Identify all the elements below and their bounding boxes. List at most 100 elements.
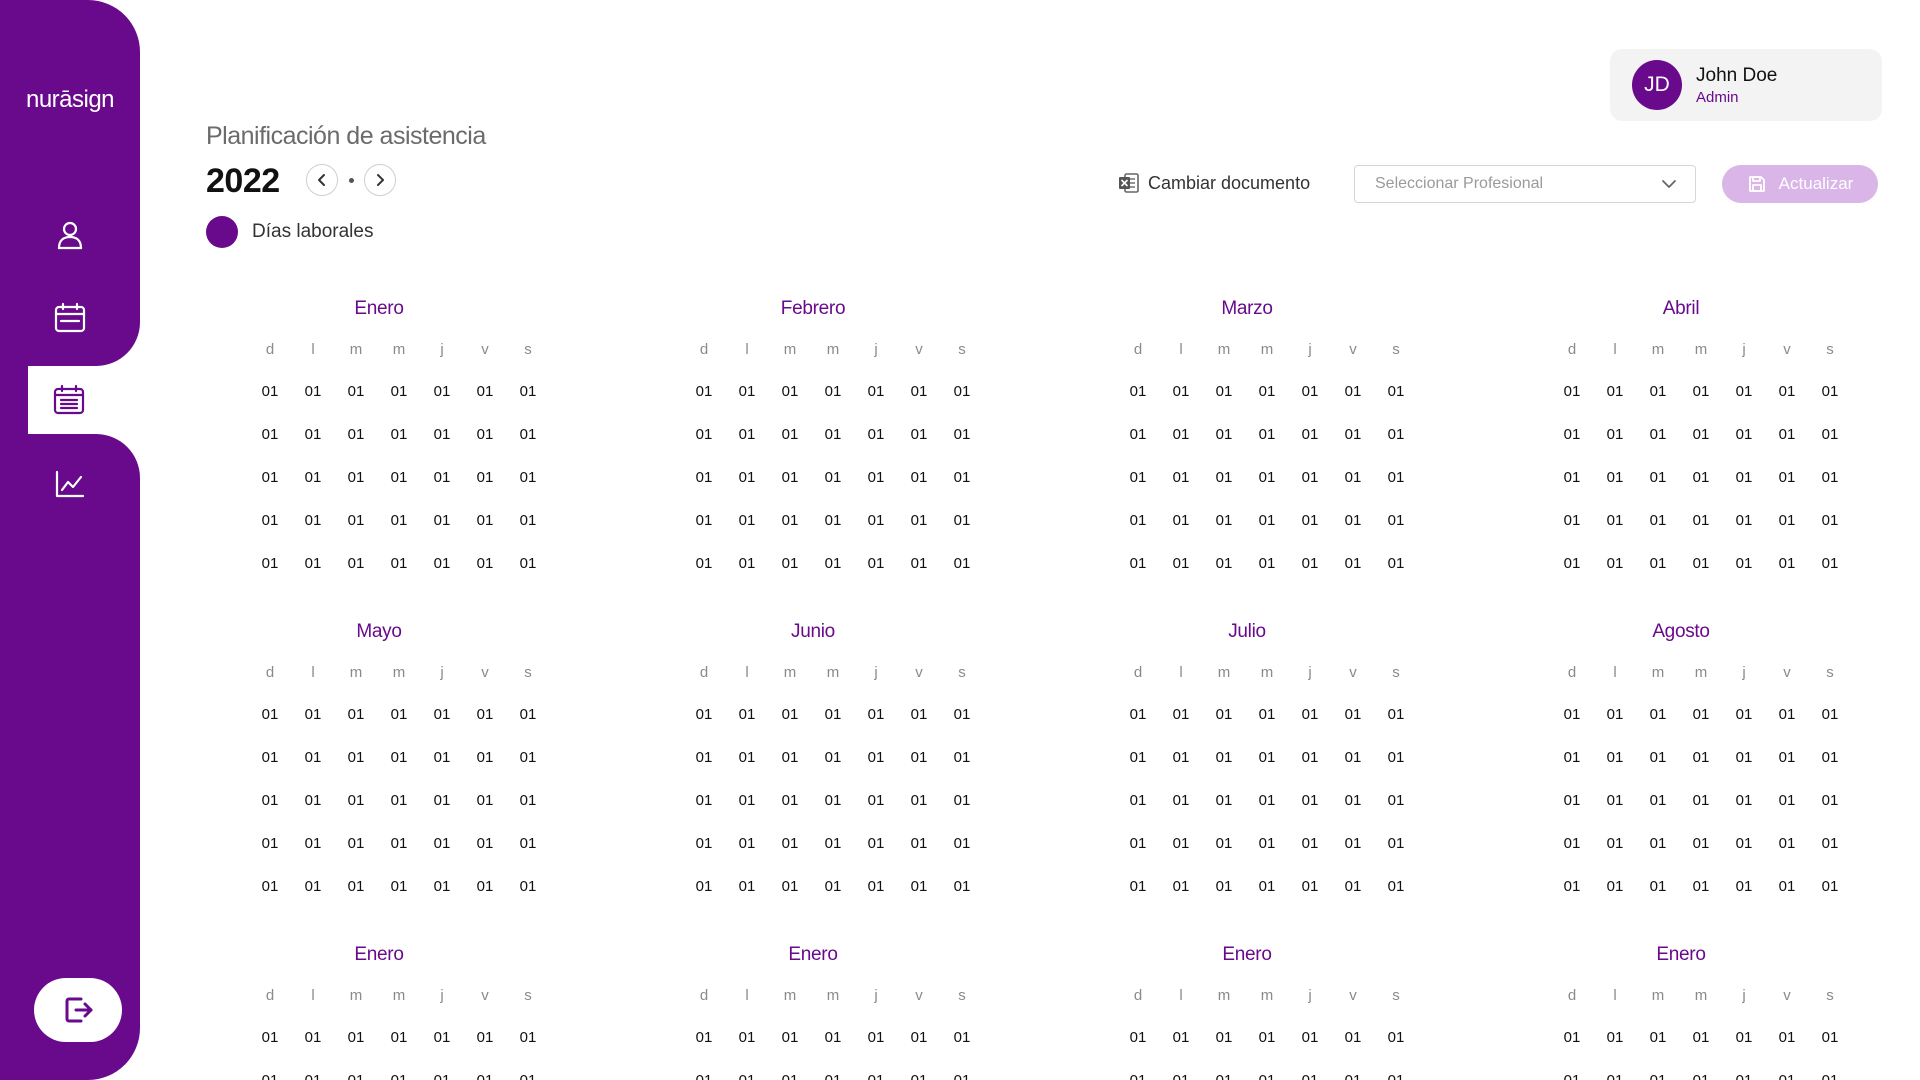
- day-cell[interactable]: 01: [1595, 878, 1635, 895]
- day-cell[interactable]: 01: [1595, 749, 1635, 766]
- day-cell[interactable]: 01: [1810, 792, 1850, 809]
- day-cell[interactable]: 01: [422, 1029, 462, 1046]
- day-cell[interactable]: 01: [1724, 469, 1764, 486]
- day-cell[interactable]: 01: [1204, 469, 1244, 486]
- day-cell[interactable]: 01: [1290, 1029, 1330, 1046]
- day-cell[interactable]: 01: [684, 469, 724, 486]
- day-cell[interactable]: 01: [1638, 749, 1678, 766]
- day-cell[interactable]: 01: [336, 835, 376, 852]
- day-cell[interactable]: 01: [899, 792, 939, 809]
- day-cell[interactable]: 01: [1724, 512, 1764, 529]
- day-cell[interactable]: 01: [465, 426, 505, 443]
- day-cell[interactable]: 01: [1681, 1029, 1721, 1046]
- day-cell[interactable]: 01: [250, 792, 290, 809]
- day-cell[interactable]: 01: [856, 835, 896, 852]
- day-cell[interactable]: 01: [813, 469, 853, 486]
- day-cell[interactable]: 01: [942, 1072, 982, 1080]
- day-cell[interactable]: 01: [727, 749, 767, 766]
- day-cell[interactable]: 01: [1681, 878, 1721, 895]
- day-cell[interactable]: 01: [1638, 426, 1678, 443]
- day-cell[interactable]: 01: [422, 469, 462, 486]
- day-cell[interactable]: 01: [1638, 555, 1678, 572]
- day-cell[interactable]: 01: [379, 878, 419, 895]
- day-cell[interactable]: 01: [250, 1072, 290, 1080]
- day-cell[interactable]: 01: [813, 835, 853, 852]
- day-cell[interactable]: 01: [856, 426, 896, 443]
- day-cell[interactable]: 01: [1595, 426, 1635, 443]
- day-cell[interactable]: 01: [422, 706, 462, 723]
- day-cell[interactable]: 01: [942, 706, 982, 723]
- day-cell[interactable]: 01: [379, 383, 419, 400]
- day-cell[interactable]: 01: [899, 1072, 939, 1080]
- day-cell[interactable]: 01: [1552, 383, 1592, 400]
- day-cell[interactable]: 01: [899, 383, 939, 400]
- day-cell[interactable]: 01: [1118, 512, 1158, 529]
- day-cell[interactable]: 01: [770, 469, 810, 486]
- day-cell[interactable]: 01: [727, 878, 767, 895]
- day-cell[interactable]: 01: [1638, 383, 1678, 400]
- day-cell[interactable]: 01: [1810, 706, 1850, 723]
- day-cell[interactable]: 01: [1724, 1072, 1764, 1080]
- day-cell[interactable]: 01: [899, 1029, 939, 1046]
- day-cell[interactable]: 01: [899, 426, 939, 443]
- day-cell[interactable]: 01: [379, 792, 419, 809]
- day-cell[interactable]: 01: [1247, 555, 1287, 572]
- day-cell[interactable]: 01: [770, 749, 810, 766]
- day-cell[interactable]: 01: [1247, 749, 1287, 766]
- day-cell[interactable]: 01: [1767, 792, 1807, 809]
- day-cell[interactable]: 01: [1161, 555, 1201, 572]
- day-cell[interactable]: 01: [1638, 1072, 1678, 1080]
- day-cell[interactable]: 01: [1552, 469, 1592, 486]
- day-cell[interactable]: 01: [813, 706, 853, 723]
- day-cell[interactable]: 01: [684, 835, 724, 852]
- day-cell[interactable]: 01: [336, 512, 376, 529]
- day-cell[interactable]: 01: [1810, 1029, 1850, 1046]
- day-cell[interactable]: 01: [1204, 1029, 1244, 1046]
- day-cell[interactable]: 01: [1204, 792, 1244, 809]
- day-cell[interactable]: 01: [684, 426, 724, 443]
- day-cell[interactable]: 01: [1810, 512, 1850, 529]
- day-cell[interactable]: 01: [1595, 792, 1635, 809]
- day-cell[interactable]: 01: [856, 878, 896, 895]
- day-cell[interactable]: 01: [1724, 1029, 1764, 1046]
- day-cell[interactable]: 01: [293, 878, 333, 895]
- day-cell[interactable]: 01: [508, 749, 548, 766]
- day-cell[interactable]: 01: [1333, 835, 1373, 852]
- day-cell[interactable]: 01: [293, 792, 333, 809]
- day-cell[interactable]: 01: [1333, 555, 1373, 572]
- day-cell[interactable]: 01: [1552, 835, 1592, 852]
- day-cell[interactable]: 01: [1204, 383, 1244, 400]
- day-cell[interactable]: 01: [336, 426, 376, 443]
- day-cell[interactable]: 01: [856, 1029, 896, 1046]
- day-cell[interactable]: 01: [1681, 512, 1721, 529]
- day-cell[interactable]: 01: [1638, 1029, 1678, 1046]
- day-cell[interactable]: 01: [1376, 512, 1416, 529]
- day-cell[interactable]: 01: [1204, 512, 1244, 529]
- day-cell[interactable]: 01: [1290, 469, 1330, 486]
- day-cell[interactable]: 01: [1290, 383, 1330, 400]
- day-cell[interactable]: 01: [684, 749, 724, 766]
- day-cell[interactable]: 01: [770, 1072, 810, 1080]
- day-cell[interactable]: 01: [1767, 383, 1807, 400]
- day-cell[interactable]: 01: [465, 512, 505, 529]
- day-cell[interactable]: 01: [942, 426, 982, 443]
- day-cell[interactable]: 01: [1247, 426, 1287, 443]
- day-cell[interactable]: 01: [1376, 383, 1416, 400]
- day-cell[interactable]: 01: [942, 792, 982, 809]
- day-cell[interactable]: 01: [1118, 749, 1158, 766]
- day-cell[interactable]: 01: [899, 469, 939, 486]
- day-cell[interactable]: 01: [1118, 1072, 1158, 1080]
- day-cell[interactable]: 01: [1681, 555, 1721, 572]
- day-cell[interactable]: 01: [1376, 792, 1416, 809]
- day-cell[interactable]: 01: [1810, 749, 1850, 766]
- day-cell[interactable]: 01: [1552, 1029, 1592, 1046]
- day-cell[interactable]: 01: [293, 706, 333, 723]
- day-cell[interactable]: 01: [1595, 383, 1635, 400]
- day-cell[interactable]: 01: [1204, 706, 1244, 723]
- day-cell[interactable]: 01: [1552, 555, 1592, 572]
- day-cell[interactable]: 01: [422, 1072, 462, 1080]
- day-cell[interactable]: 01: [1118, 383, 1158, 400]
- day-cell[interactable]: 01: [1767, 426, 1807, 443]
- day-cell[interactable]: 01: [727, 469, 767, 486]
- day-cell[interactable]: 01: [465, 792, 505, 809]
